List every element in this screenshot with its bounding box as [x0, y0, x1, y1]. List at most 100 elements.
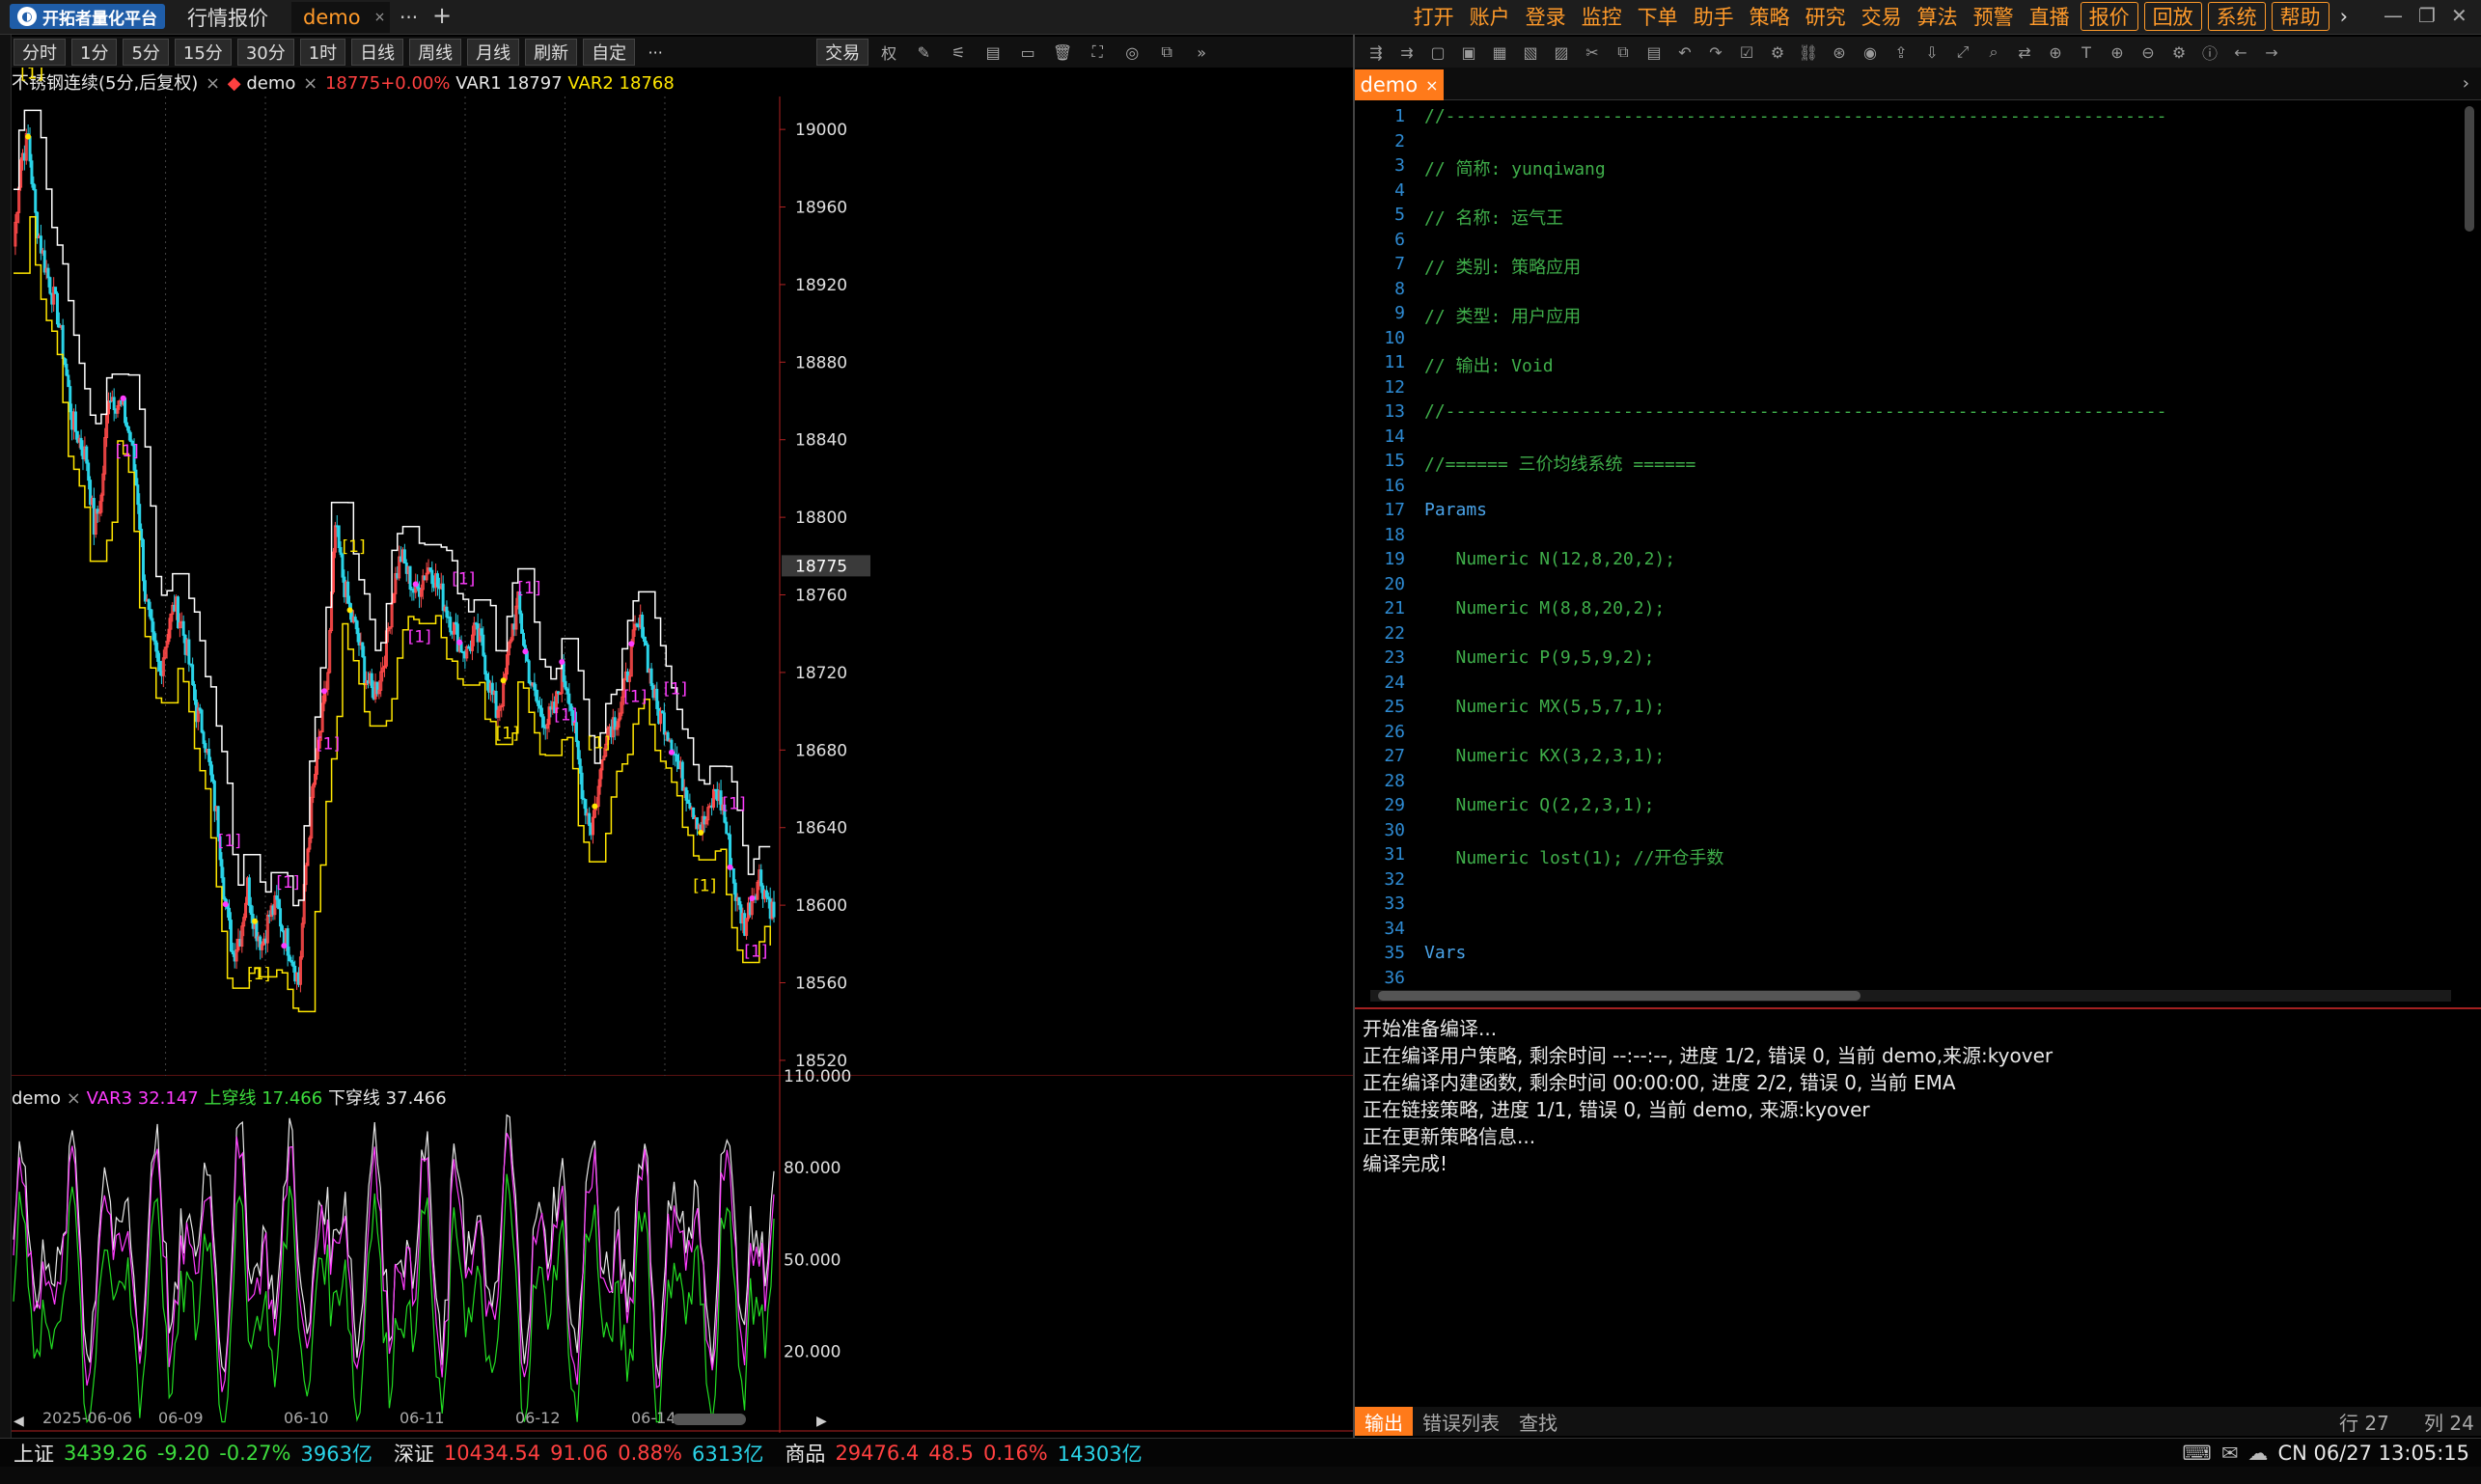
replace-icon[interactable]: ⇄: [2011, 40, 2038, 65]
editor-horizontal-scrollbar[interactable]: [1370, 990, 2451, 1002]
signal-dot: [668, 749, 675, 756]
back-icon[interactable]: ←: [2227, 40, 2254, 65]
cloud-icon[interactable]: ☁: [2247, 1442, 2268, 1465]
menu-alert[interactable]: 预警: [1966, 2, 2022, 31]
trade-button[interactable]: 交易: [816, 39, 869, 66]
menu-system[interactable]: 系统: [2207, 2, 2266, 31]
tf-1m[interactable]: 1分: [71, 39, 118, 66]
pen-icon[interactable]: ✎: [909, 39, 938, 66]
tab-quotes[interactable]: 行情报价: [176, 2, 280, 33]
custom-button[interactable]: 自定: [583, 39, 636, 66]
keyboard-icon[interactable]: ⌨: [2183, 1442, 2212, 1465]
tf-tick[interactable]: 分时: [14, 39, 66, 66]
refresh-button[interactable]: 刷新: [525, 39, 578, 66]
zoom-in-icon[interactable]: ⊕: [2104, 40, 2131, 65]
cm-label[interactable]: 商品: [785, 1439, 825, 1468]
zoom-out-icon[interactable]: ⊖: [2135, 40, 2162, 65]
sz-label[interactable]: 深证: [394, 1439, 434, 1468]
menu-order[interactable]: 下单: [1630, 2, 1686, 31]
close-icon[interactable]: ×: [374, 10, 386, 25]
open-icon[interactable]: ▣: [1455, 40, 1482, 65]
export-icon[interactable]: ⇪: [1888, 40, 1915, 65]
more-tabs-button[interactable]: ···: [400, 6, 418, 29]
oscillator-chart[interactable]: 110.000 80.000 50.000 20.000 2025-06-06 06-09…: [12, 1047, 1353, 1433]
chart-area[interactable]: 不锈钢连续(5分,后复权) × ◆ demo × 18775+0.00% VAR…: [12, 68, 1353, 1433]
tf-week[interactable]: 周线: [409, 39, 462, 66]
copy-code-icon[interactable]: ⧉: [1610, 40, 1637, 65]
link-icon[interactable]: ⛓: [1795, 40, 1822, 65]
record-icon[interactable]: ◉: [1857, 40, 1884, 65]
chevron-right-icon[interactable]: »: [1187, 39, 1216, 66]
menu-live[interactable]: 直播: [2022, 2, 2078, 31]
output-tabs: 输出 错误列表 查找: [1355, 1407, 2481, 1436]
tab-find[interactable]: 查找: [1509, 1407, 1567, 1436]
tf-month[interactable]: 月线: [467, 39, 520, 66]
code-editor[interactable]: 1 //-------------------------------------…: [1355, 100, 2465, 988]
tf-1h[interactable]: 1时: [299, 39, 346, 66]
toolbar-more-button[interactable]: ···: [641, 39, 670, 66]
editor-vertical-scrollbar[interactable]: [2465, 106, 2474, 232]
find-file-icon[interactable]: ⊕: [2042, 40, 2069, 65]
tf-day[interactable]: 日线: [351, 39, 404, 66]
debug-icon[interactable]: ⊛: [1826, 40, 1853, 65]
import-icon[interactable]: ⇩: [1918, 40, 1945, 65]
menu-strategy[interactable]: 策略: [1742, 2, 1798, 31]
menu-quote[interactable]: 报价: [2080, 2, 2138, 31]
menu-help[interactable]: 帮助: [2271, 2, 2329, 31]
info-icon[interactable]: ⓘ: [2196, 40, 2223, 65]
cut-icon[interactable]: ✂: [1579, 40, 1606, 65]
paste-icon[interactable]: ▤: [1640, 40, 1668, 65]
save-all-icon[interactable]: ▧: [1517, 40, 1544, 65]
save-icon[interactable]: ▦: [1486, 40, 1513, 65]
tab-demo[interactable]: demo ×: [291, 2, 390, 33]
copy-icon[interactable]: ⧉: [1152, 39, 1181, 66]
forward-icon[interactable]: →: [2258, 40, 2285, 65]
settings-icon[interactable]: ⚙: [2165, 40, 2192, 65]
trash-icon[interactable]: 🗑: [1048, 39, 1077, 66]
text-icon[interactable]: T: [2073, 40, 2100, 65]
redo-icon[interactable]: ↷: [1702, 40, 1729, 65]
menu-monitor[interactable]: 监控: [1574, 2, 1630, 31]
delete-icon[interactable]: ▨: [1548, 40, 1575, 65]
menu-trade[interactable]: 交易: [1854, 2, 1910, 31]
message-icon[interactable]: ✉: [2221, 1442, 2239, 1465]
add-tab-button[interactable]: +: [432, 2, 452, 29]
tab-errors[interactable]: 错误列表: [1413, 1407, 1509, 1436]
editor-tab-demo[interactable]: demo ×: [1355, 69, 1444, 100]
build-icon[interactable]: ⇶: [1363, 40, 1390, 65]
editor-chevron-icon[interactable]: ›: [2463, 73, 2469, 94]
tf-5m[interactable]: 5分: [123, 39, 169, 66]
zoom-fit-icon[interactable]: ⤢: [1949, 40, 1976, 65]
template-icon[interactable]: ▤: [979, 39, 1007, 66]
editor-tab-close-icon[interactable]: ×: [1425, 76, 1438, 95]
check-icon[interactable]: ☑: [1733, 40, 1760, 65]
sh-label[interactable]: 上证: [14, 1439, 54, 1468]
fullscreen-icon[interactable]: ⛶: [1083, 39, 1112, 66]
menu-login[interactable]: 登录: [1518, 2, 1574, 31]
minimize-icon[interactable]: —: [2384, 4, 2403, 27]
window-close-icon[interactable]: ✕: [2451, 4, 2467, 27]
compile-icon[interactable]: ⚙: [1764, 40, 1791, 65]
menu-research[interactable]: 研究: [1798, 2, 1854, 31]
menu-account[interactable]: 账户: [1462, 2, 1518, 31]
app-logo[interactable]: ◐ 开拓者量化平台: [10, 4, 165, 29]
menu-more-icon[interactable]: ›: [2332, 2, 2356, 31]
price-chart[interactable]: [1] [1] [1] [1] [1] [1] [1] [1] [1] [1] [1] [1] [1] […: [12, 68, 1353, 1076]
sliders-icon[interactable]: ⚟: [944, 39, 973, 66]
build-all-icon[interactable]: ⇉: [1393, 40, 1420, 65]
search-icon[interactable]: ⌕: [1980, 40, 2007, 65]
layout-icon[interactable]: ▭: [1013, 39, 1042, 66]
rights-icon[interactable]: 权: [874, 39, 903, 66]
menu-assistant[interactable]: 助手: [1686, 2, 1742, 31]
menu-open[interactable]: 打开: [1406, 2, 1462, 31]
tf-15m[interactable]: 15分: [174, 39, 232, 66]
new-folder-icon[interactable]: ▢: [1424, 40, 1451, 65]
editor-hscroll-thumb[interactable]: [1378, 991, 1861, 1001]
menu-algo[interactable]: 算法: [1910, 2, 1966, 31]
target-icon[interactable]: ◎: [1117, 39, 1146, 66]
restore-icon[interactable]: ❐: [2418, 4, 2436, 27]
tab-output[interactable]: 输出: [1355, 1407, 1413, 1436]
tf-30m[interactable]: 30分: [236, 39, 294, 66]
menu-replay[interactable]: 回放: [2143, 2, 2202, 31]
undo-icon[interactable]: ↶: [1671, 40, 1698, 65]
